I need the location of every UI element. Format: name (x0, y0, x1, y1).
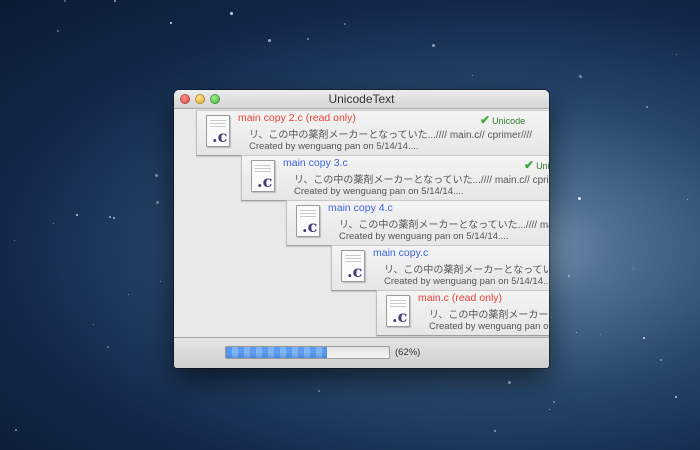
file-card[interactable]: .c main copy 4.c リ、この中の薬剤メーカーとなっていた...//… (286, 200, 549, 246)
file-card[interactable]: .c main copy 2.c (read only) ✔ Unicode リ、… (196, 110, 549, 156)
file-name: main copy 3.c (283, 157, 348, 169)
star (170, 22, 172, 24)
checkmark-icon: ✔ (524, 158, 535, 172)
star (155, 174, 158, 177)
file-created: Created by wenguang pan on 5/14/14.... (294, 186, 464, 197)
star (64, 0, 66, 2)
file-preview: リ、この中の薬剤メーカーとなっていた...//// main.c// cprim… (339, 220, 549, 231)
c-source-file-icon: .c (251, 160, 275, 192)
encoding-badge: ✔Unicode (480, 113, 525, 127)
star (57, 30, 59, 32)
conversion-progress-bar (225, 346, 390, 359)
file-preview: リ、この中の薬剤メーカーとなっていた...//// main.c// cprim… (429, 310, 549, 321)
star (579, 75, 582, 78)
file-preview: リ、この中の薬剤メーカーとなっていた...//// main.c// cprim… (249, 130, 533, 141)
status-bar: (62%) (174, 337, 549, 368)
file-name: main.c (read only) (418, 292, 503, 304)
unicodetext-window: UnicodeText .c main copy 2.c (read only)… (174, 90, 549, 368)
star (268, 39, 271, 42)
star (643, 337, 645, 339)
progress-fill (226, 347, 328, 358)
encoding-label: Unicode (492, 116, 526, 126)
star (344, 23, 346, 25)
star (553, 401, 555, 403)
c-source-file-icon: .c (206, 115, 230, 147)
star (551, 317, 552, 318)
star (633, 268, 634, 269)
star (113, 217, 115, 219)
star (432, 44, 435, 47)
file-list: .c main copy 2.c (read only) ✔ Unicode リ、… (174, 109, 549, 337)
c-source-file-icon: .c (386, 295, 410, 327)
star (318, 390, 320, 392)
star (76, 214, 78, 216)
star (93, 324, 94, 325)
star (549, 409, 550, 410)
file-card[interactable]: .c main copy 3.c ✔Unicode リ、この中の薬剤メーカーとな… (241, 155, 549, 201)
star (107, 346, 109, 348)
star (578, 197, 581, 200)
file-created: Created by wenguang pan on 5/14/14.... (384, 276, 549, 287)
star (568, 275, 570, 277)
title-bar[interactable]: UnicodeText (174, 90, 549, 109)
star (307, 38, 309, 40)
star (15, 429, 17, 431)
star (576, 332, 577, 333)
star (646, 106, 648, 108)
file-card[interactable]: .c main copy.c リ、この中の薬剤メーカーとなっていた...////… (331, 245, 549, 291)
star (600, 334, 601, 335)
star (676, 54, 677, 55)
file-preview: リ、この中の薬剤メーカーとなっていた...//// main.c// cprim… (294, 175, 549, 186)
file-name: main copy.c (373, 247, 429, 259)
c-source-file-icon: .c (341, 250, 365, 282)
encoding-badge: ✔Unicode (524, 158, 549, 172)
star (109, 216, 111, 218)
file-created: Created by wenguang pan on 5/14/14.... (339, 231, 509, 242)
star (128, 294, 129, 295)
file-name: main copy 4.c (328, 202, 393, 214)
file-name: main copy 2.c (read only) (238, 112, 356, 124)
star (53, 223, 54, 224)
star (687, 199, 688, 200)
file-preview: リ、この中の薬剤メーカーとなっていた...//// main.c// cprim… (384, 265, 549, 276)
progress-percent: (62%) (395, 347, 421, 358)
encoding-label: Unicode (536, 161, 549, 171)
file-card[interactable]: .c main.c (read only) リ、この中の薬剤メーカーとなっていた… (376, 290, 549, 336)
star (14, 240, 15, 241)
star (156, 201, 159, 204)
checkmark-icon: ✔ (480, 113, 491, 127)
star (508, 381, 511, 384)
star (472, 75, 473, 76)
star (660, 359, 662, 361)
star (114, 0, 116, 2)
star (160, 281, 161, 282)
star (675, 396, 677, 398)
file-created: Created by wenguang pan on 5/14/14.... (249, 141, 419, 152)
c-source-file-icon: .c (296, 205, 320, 237)
window-title: UnicodeText (328, 92, 395, 106)
star (494, 430, 496, 432)
file-created: Created by wenguang pan on 5/14/14.... (429, 321, 549, 332)
star (230, 12, 233, 15)
